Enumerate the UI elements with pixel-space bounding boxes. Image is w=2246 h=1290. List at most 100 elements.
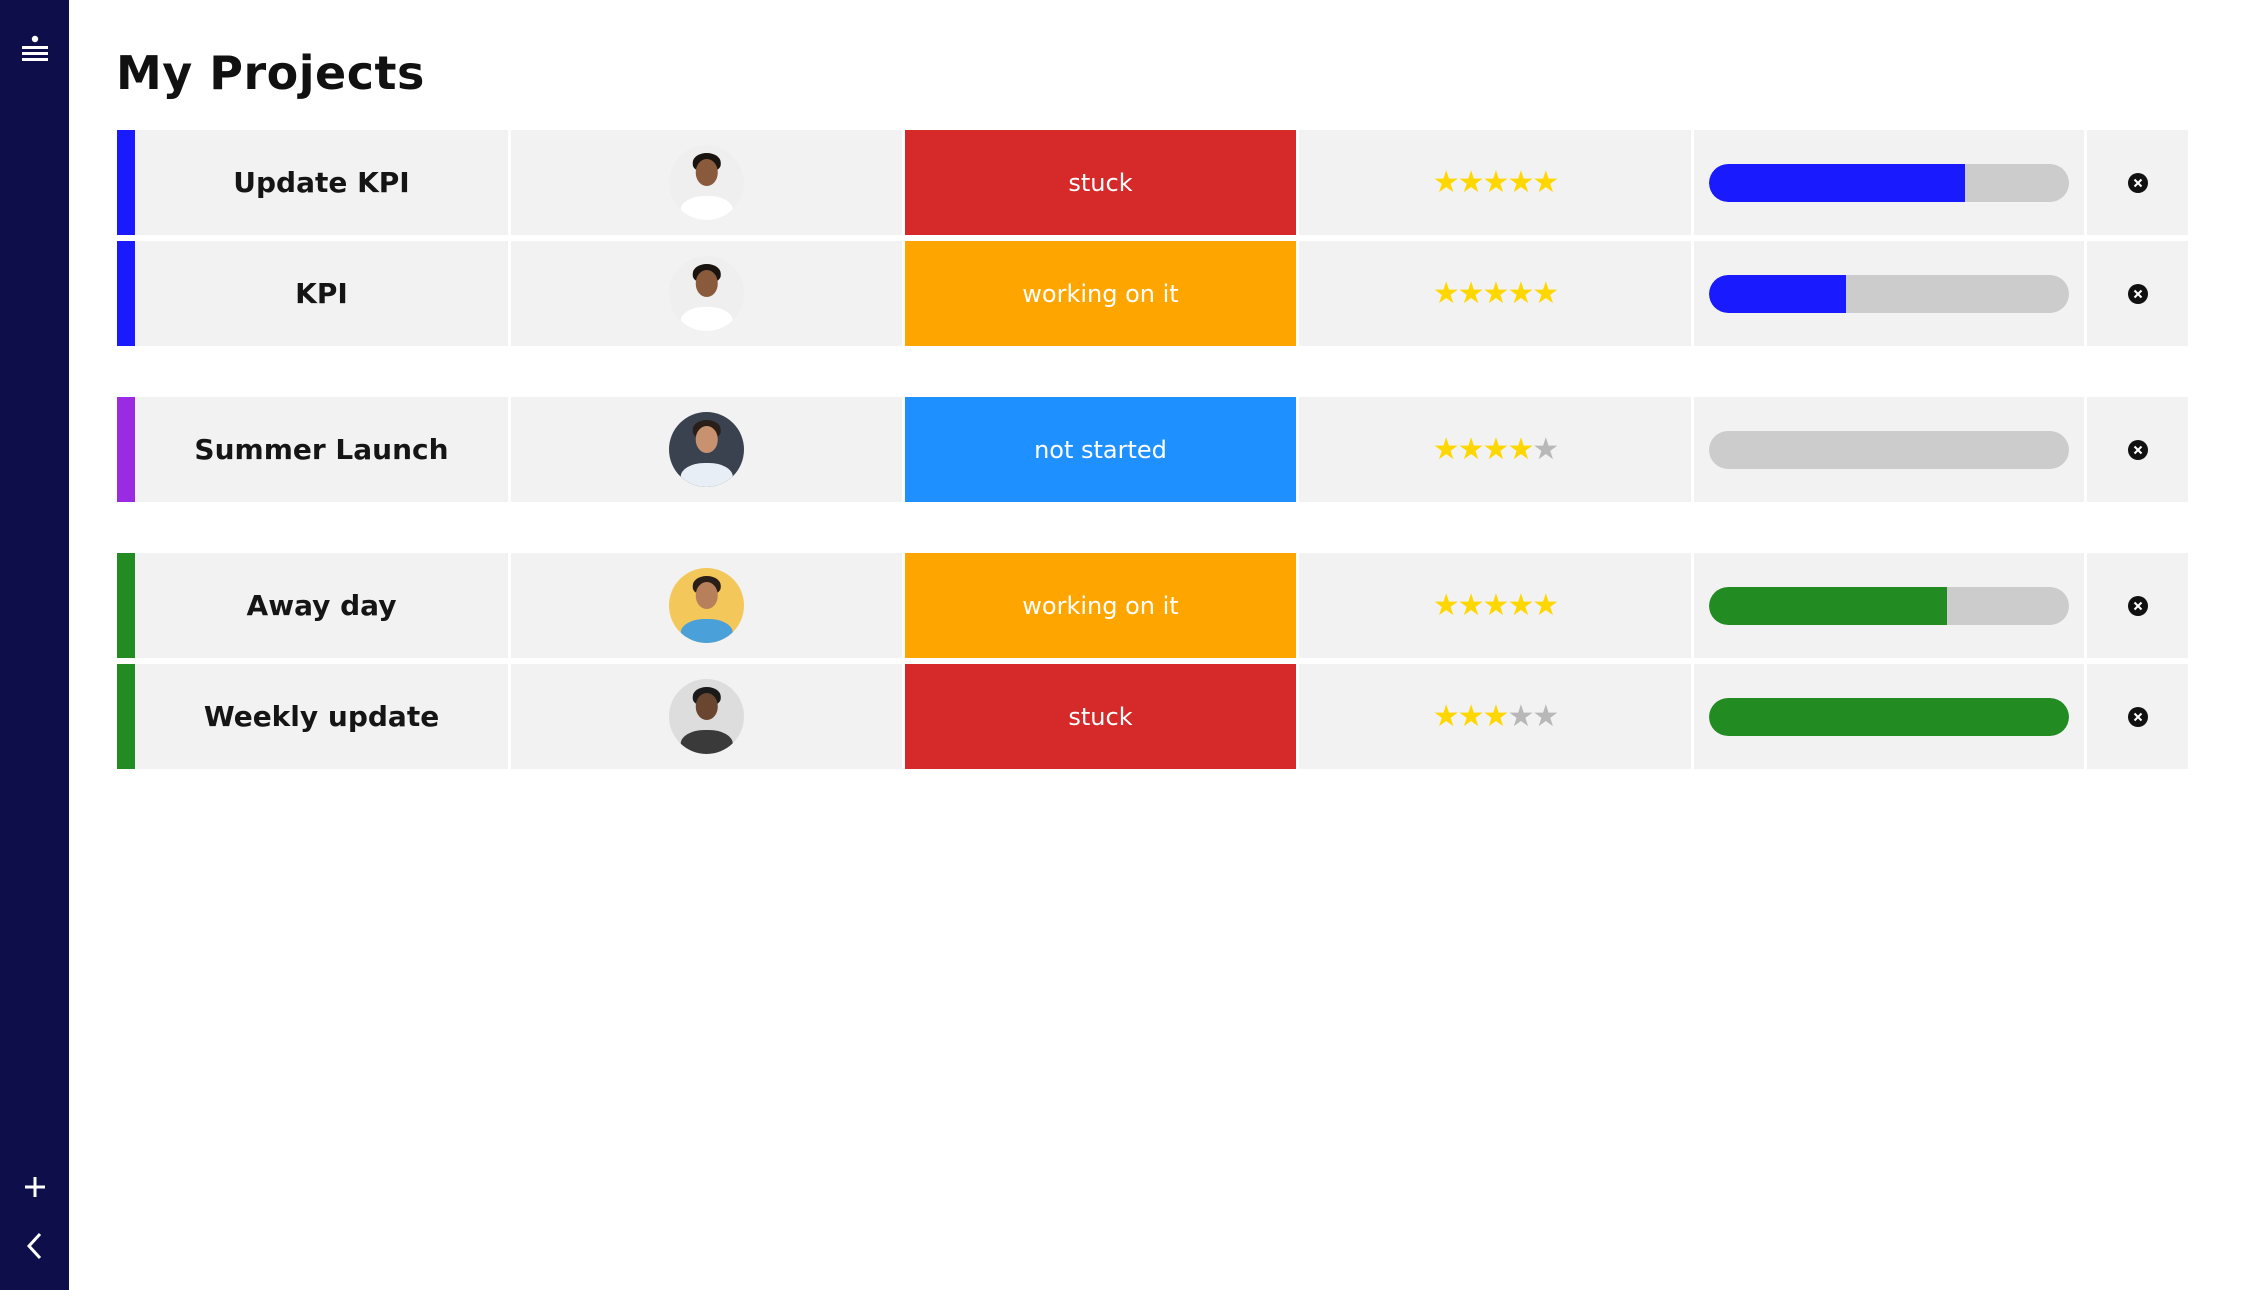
group-color-bar	[117, 397, 135, 502]
avatar	[669, 679, 744, 754]
star-filled-icon[interactable]: ★	[1532, 276, 1559, 311]
star-filled-icon[interactable]: ★	[1483, 699, 1510, 734]
star-filled-icon[interactable]: ★	[1433, 432, 1460, 467]
project-board: Update KPI stuck ★★★★★ KPI working on it ★★★★…	[117, 130, 2203, 820]
star-filled-icon[interactable]: ★	[1483, 588, 1510, 623]
person-cell[interactable]	[511, 664, 902, 769]
status-cell[interactable]: stuck	[905, 130, 1296, 235]
star-filled-icon[interactable]: ★	[1507, 588, 1534, 623]
project-name: Weekly update	[203, 700, 440, 733]
menu-button[interactable]	[0, 24, 69, 74]
table-row: Update KPI stuck ★★★★★	[117, 130, 2203, 235]
progress-cell	[1694, 130, 2084, 235]
table-row: Summer Launch not started ★★★★★	[117, 397, 2203, 502]
rating-cell: ★★★★★	[1299, 553, 1691, 658]
person-cell[interactable]	[511, 241, 902, 346]
project-name: Away day	[246, 589, 397, 622]
project-name-cell[interactable]: Summer Launch	[135, 397, 508, 502]
group-color-bar	[117, 130, 135, 235]
star-empty-icon[interactable]: ★	[1532, 432, 1559, 467]
close-icon[interactable]	[2127, 439, 2148, 460]
star-filled-icon[interactable]: ★	[1433, 276, 1460, 311]
menu-icon	[21, 35, 48, 61]
rating-cell: ★★★★★	[1299, 130, 1691, 235]
group-color-bar	[117, 241, 135, 346]
person-cell[interactable]	[511, 130, 902, 235]
star-filled-icon[interactable]: ★	[1507, 276, 1534, 311]
status-cell[interactable]: not started	[905, 397, 1296, 502]
table-row: Away day working on it ★★★★★	[117, 553, 2203, 658]
status-label: working on it	[1022, 279, 1179, 308]
progress-fill	[1709, 697, 2069, 736]
close-icon[interactable]	[2127, 283, 2148, 304]
star-filled-icon[interactable]: ★	[1458, 588, 1485, 623]
avatar	[669, 256, 744, 331]
star-filled-icon[interactable]: ★	[1433, 588, 1460, 623]
rating-cell: ★★★★★	[1299, 241, 1691, 346]
star-filled-icon[interactable]: ★	[1458, 276, 1485, 311]
project-group: Away day working on it ★★★★★ Weekly update s…	[117, 553, 2203, 769]
progress-cell	[1694, 553, 2084, 658]
status-label: working on it	[1022, 591, 1179, 620]
star-filled-icon[interactable]: ★	[1532, 165, 1559, 200]
star-empty-icon[interactable]: ★	[1532, 699, 1559, 734]
project-group: Update KPI stuck ★★★★★ KPI working on it ★★★★…	[117, 130, 2203, 346]
rating-cell: ★★★★★	[1299, 397, 1691, 502]
progress-bar	[1709, 163, 2069, 202]
person-cell[interactable]	[511, 397, 902, 502]
star-filled-icon[interactable]: ★	[1483, 276, 1510, 311]
delete-cell	[2087, 241, 2188, 346]
sidebar	[0, 0, 69, 1290]
star-filled-icon[interactable]: ★	[1483, 165, 1510, 200]
star-filled-icon[interactable]: ★	[1507, 165, 1534, 200]
progress-bar	[1709, 274, 2069, 313]
delete-cell	[2087, 664, 2188, 769]
avatar	[669, 145, 744, 220]
delete-cell	[2087, 397, 2188, 502]
star-filled-icon[interactable]: ★	[1483, 432, 1510, 467]
star-filled-icon[interactable]: ★	[1458, 165, 1485, 200]
add-button[interactable]	[0, 1162, 69, 1212]
star-filled-icon[interactable]: ★	[1507, 432, 1534, 467]
rating-cell: ★★★★★	[1299, 664, 1691, 769]
close-icon[interactable]	[2127, 172, 2148, 193]
main-content: My Projects Update KPI stuck ★★★★★ KPI worki…	[69, 0, 2246, 1290]
progress-bar	[1709, 586, 2069, 625]
progress-bar	[1709, 697, 2069, 736]
project-name-cell[interactable]: Update KPI	[135, 130, 508, 235]
star-empty-icon[interactable]: ★	[1507, 699, 1534, 734]
status-cell[interactable]: working on it	[905, 241, 1296, 346]
avatar	[669, 568, 744, 643]
status-cell[interactable]: stuck	[905, 664, 1296, 769]
project-name-cell[interactable]: KPI	[135, 241, 508, 346]
close-icon[interactable]	[2127, 595, 2148, 616]
project-name-cell[interactable]: Away day	[135, 553, 508, 658]
plus-icon	[24, 1177, 45, 1197]
star-filled-icon[interactable]: ★	[1458, 699, 1485, 734]
table-row: Weekly update stuck ★★★★★	[117, 664, 2203, 769]
status-cell[interactable]: working on it	[905, 553, 1296, 658]
project-name: Update KPI	[233, 166, 410, 199]
star-rating: ★★★★★	[1433, 588, 1560, 623]
star-rating: ★★★★★	[1433, 276, 1560, 311]
group-color-bar	[117, 553, 135, 658]
star-filled-icon[interactable]: ★	[1433, 699, 1460, 734]
status-label: not started	[1034, 435, 1167, 464]
star-filled-icon[interactable]: ★	[1458, 432, 1485, 467]
progress-cell	[1694, 241, 2084, 346]
avatar	[669, 412, 744, 487]
person-cell[interactable]	[511, 553, 902, 658]
progress-fill	[1709, 163, 1965, 202]
star-filled-icon[interactable]: ★	[1433, 165, 1460, 200]
star-filled-icon[interactable]: ★	[1532, 588, 1559, 623]
status-label: stuck	[1068, 702, 1133, 731]
progress-cell	[1694, 664, 2084, 769]
project-name-cell[interactable]: Weekly update	[135, 664, 508, 769]
delete-cell	[2087, 553, 2188, 658]
collapse-sidebar-button[interactable]	[0, 1221, 69, 1271]
table-row: KPI working on it ★★★★★	[117, 241, 2203, 346]
group-color-bar	[117, 664, 135, 769]
close-icon[interactable]	[2127, 706, 2148, 727]
page-title: My Projects	[116, 46, 425, 100]
star-rating: ★★★★★	[1433, 699, 1560, 734]
